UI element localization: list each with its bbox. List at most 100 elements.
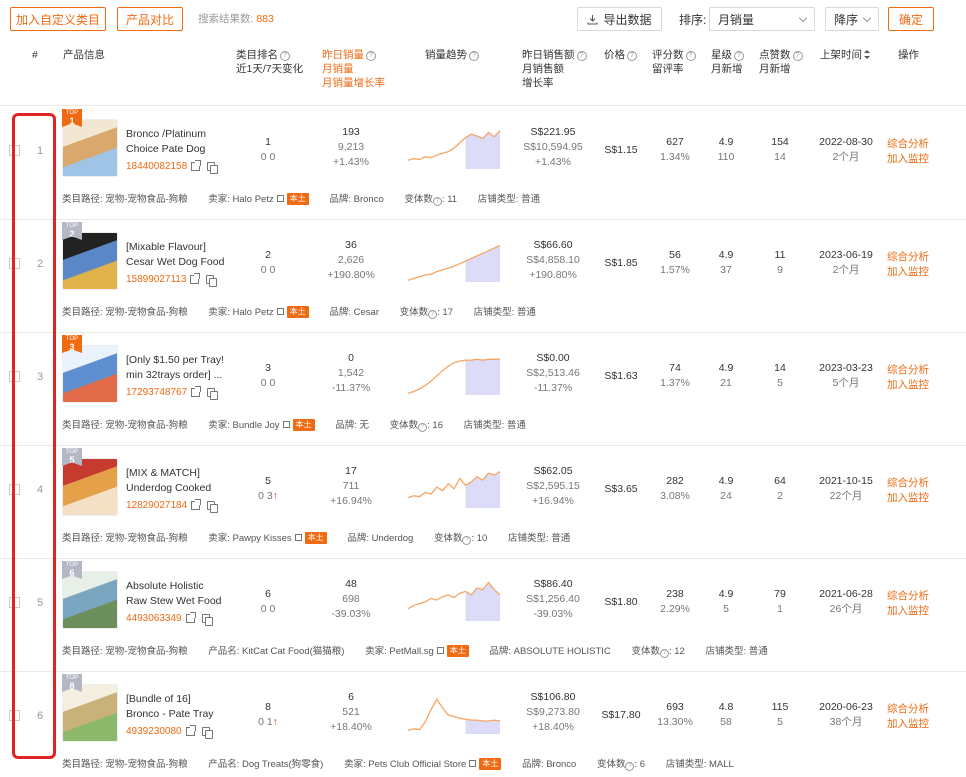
add-monitor-link[interactable]: 加入监控 <box>887 604 929 619</box>
sort-field-select[interactable]: 月销量 <box>709 7 815 31</box>
product-name-link[interactable]: Bronco /Platinum Choice Pate Dog Wet ... <box>126 127 226 157</box>
meta-seller-value[interactable]: Halo Petz <box>233 194 274 205</box>
meta-path-value[interactable]: 宠物-宠物食品-狗粮 <box>105 759 187 770</box>
analyze-link[interactable]: 综合分析 <box>887 702 929 717</box>
copy-icon[interactable] <box>206 275 218 287</box>
col-listed-date[interactable]: 上架时间 <box>820 48 870 62</box>
row-checkbox[interactable] <box>9 597 20 608</box>
row-checkbox[interactable] <box>9 484 20 495</box>
add-custom-category-button[interactable]: 加入自定义类目 <box>10 7 106 31</box>
product-thumbnail[interactable] <box>62 458 118 516</box>
col-reviews[interactable]: 评分数? 留评率 <box>652 48 696 76</box>
add-monitor-link[interactable]: 加入监控 <box>887 152 929 167</box>
external-link-icon[interactable] <box>282 421 290 428</box>
external-link-icon[interactable] <box>185 612 196 623</box>
meta-seller-value[interactable]: Halo Petz <box>233 307 274 318</box>
meta-seller-value[interactable]: Pets Club Official Store <box>368 759 466 770</box>
row-checkbox[interactable] <box>9 371 20 382</box>
meta-path-value[interactable]: 宠物-宠物食品-狗粮 <box>105 533 187 544</box>
product-id-value[interactable]: 4493063349 <box>126 613 182 624</box>
col-category-rank[interactable]: 类目排名? 近1天/7天变化 <box>236 48 303 76</box>
product-compare-button[interactable]: 产品对比 <box>117 7 183 31</box>
copy-icon[interactable] <box>201 727 213 739</box>
help-icon[interactable]: ? <box>469 51 479 61</box>
copy-icon[interactable] <box>207 162 219 174</box>
copy-icon[interactable] <box>207 388 219 400</box>
product-name-link[interactable]: Absolute Holistic Raw Stew Wet Food F... <box>126 579 226 609</box>
export-data-button[interactable]: 导出数据 <box>577 7 662 31</box>
help-icon[interactable]: ? <box>734 51 744 61</box>
analyze-link[interactable]: 综合分析 <box>887 589 929 604</box>
analyze-link[interactable]: 综合分析 <box>887 250 929 265</box>
analyze-link[interactable]: 综合分析 <box>887 476 929 491</box>
external-link-icon[interactable] <box>191 386 202 397</box>
add-monitor-link[interactable]: 加入监控 <box>887 265 929 280</box>
sales-trend-sparkline[interactable] <box>408 242 500 282</box>
external-link-icon[interactable] <box>276 308 284 315</box>
help-icon[interactable]: ? <box>428 310 438 319</box>
product-id-value[interactable]: 17293748767 <box>126 387 187 398</box>
product-thumbnail[interactable] <box>62 345 118 403</box>
external-link-icon[interactable] <box>294 534 302 541</box>
meta-path-value[interactable]: 宠物-宠物食品-狗粮 <box>105 420 187 431</box>
sales-trend-sparkline[interactable] <box>408 355 500 395</box>
sales-trend-sparkline[interactable] <box>408 694 500 734</box>
help-icon[interactable]: ? <box>432 197 442 206</box>
row-checkbox[interactable] <box>9 710 20 721</box>
external-link-icon[interactable] <box>185 725 196 736</box>
product-thumbnail[interactable] <box>62 232 118 290</box>
row-checkbox[interactable] <box>9 258 20 269</box>
meta-seller-value[interactable]: PetMall.sg <box>389 646 433 657</box>
meta-seller-value[interactable]: Bundle Joy <box>233 420 280 431</box>
meta-path-value[interactable]: 宠物-宠物食品-狗粮 <box>105 307 187 318</box>
product-thumbnail[interactable] <box>62 571 118 629</box>
help-icon[interactable]: ? <box>792 51 803 61</box>
help-icon[interactable]: ? <box>625 762 635 771</box>
sort-order-select[interactable]: 降序 <box>825 7 879 31</box>
add-monitor-link[interactable]: 加入监控 <box>887 717 929 732</box>
product-id-value[interactable]: 12829027184 <box>126 500 187 511</box>
add-monitor-link[interactable]: 加入监控 <box>887 491 929 506</box>
help-icon[interactable]: ? <box>462 536 472 545</box>
sales-trend-sparkline[interactable] <box>408 581 500 621</box>
col-star[interactable]: 星级? 月新增 <box>711 48 744 76</box>
copy-icon[interactable] <box>201 614 213 626</box>
product-id-value[interactable]: 18440082158 <box>126 161 187 172</box>
external-link-icon[interactable] <box>191 499 202 510</box>
help-icon[interactable]: ? <box>627 51 637 61</box>
help-icon[interactable]: ? <box>366 51 376 61</box>
help-icon[interactable]: ? <box>685 51 696 61</box>
meta-path-value[interactable]: 宠物-宠物食品-狗粮 <box>105 646 187 657</box>
product-thumbnail[interactable] <box>62 119 118 177</box>
external-link-icon[interactable] <box>191 160 202 171</box>
product-name-link[interactable]: [MIX & MATCH] Underdog Cooked Froz... <box>126 466 226 496</box>
help-icon[interactable]: ? <box>576 51 587 61</box>
external-link-icon[interactable] <box>190 273 201 284</box>
sort-icon[interactable] <box>864 50 870 59</box>
meta-seller-value[interactable]: Pawpy Kisses <box>233 533 292 544</box>
external-link-icon[interactable] <box>276 195 284 202</box>
col-likes[interactable]: 点赞数? 月新增 <box>759 48 803 76</box>
help-icon[interactable]: ? <box>418 423 428 432</box>
meta-path-value[interactable]: 宠物-宠物食品-狗粮 <box>105 194 187 205</box>
copy-icon[interactable] <box>207 501 219 513</box>
help-icon[interactable]: ? <box>659 649 669 658</box>
analyze-link[interactable]: 综合分析 <box>887 137 929 152</box>
external-link-icon[interactable] <box>436 647 444 654</box>
product-thumbnail[interactable] <box>62 684 118 742</box>
add-monitor-link[interactable]: 加入监控 <box>887 378 929 393</box>
analyze-link[interactable]: 综合分析 <box>887 363 929 378</box>
help-icon[interactable]: ? <box>280 51 290 61</box>
product-name-link[interactable]: [Bundle of 16] Bronco - Pate Tray Dog ..… <box>126 692 226 722</box>
col-price[interactable]: 价格? <box>604 48 637 62</box>
confirm-button[interactable]: 确定 <box>888 7 934 31</box>
product-id-value[interactable]: 4939230080 <box>126 726 182 737</box>
sales-trend-sparkline[interactable] <box>408 468 500 508</box>
product-id-value[interactable]: 15899027113 <box>126 274 186 285</box>
col-sales-amount[interactable]: 昨日销售额? 月销售额 增长率 <box>522 48 587 90</box>
sales-trend-sparkline[interactable] <box>408 129 500 169</box>
external-link-icon[interactable] <box>469 760 477 767</box>
product-name-link[interactable]: [Only $1.50 per Tray! min 32trays order]… <box>126 353 226 383</box>
product-name-link[interactable]: [Mixable Flavour] Cesar Wet Dog Food (..… <box>126 240 226 270</box>
col-sales[interactable]: 昨日销量? 月销量 月销量增长率 <box>322 48 385 90</box>
